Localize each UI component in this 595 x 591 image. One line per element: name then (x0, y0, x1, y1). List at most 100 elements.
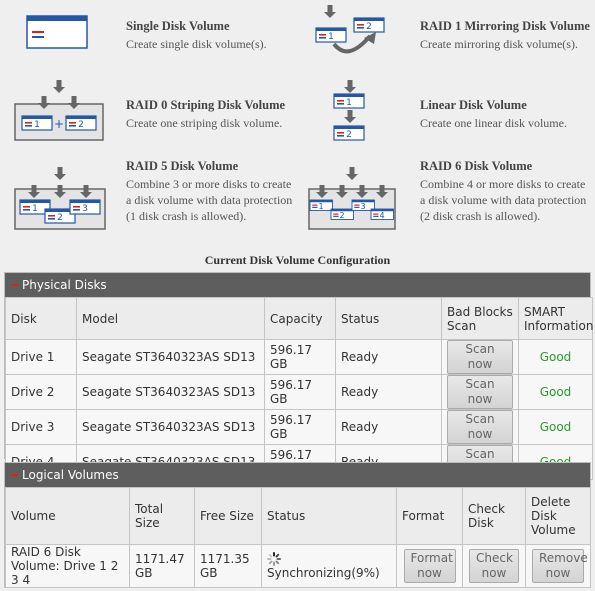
disk-name: Drive 3 (5, 409, 77, 445)
remove-now-button[interactable]: Remove now (532, 549, 588, 583)
svg-text:1: 1 (34, 120, 40, 130)
option-desc: Create mirroring disk volume(s). (420, 37, 578, 51)
physical-disks-title: Physical Disks (22, 278, 107, 292)
col-total-size: Total Size (129, 487, 195, 545)
volume-status: Synchronizing(9%) (267, 566, 380, 581)
svg-text:3: 3 (360, 202, 365, 211)
table-header-row: Volume Total Size Free Size Status Forma… (5, 487, 591, 545)
svg-text:2: 2 (78, 120, 84, 130)
collapse-dash-icon[interactable] (11, 474, 18, 476)
raid5-icon: 1 2 3 (14, 167, 106, 230)
logical-volumes-title: Logical Volumes (22, 468, 119, 482)
svg-text:2: 2 (57, 213, 63, 223)
volume-name: RAID 6 Disk Volume: Drive 1 2 3 4 (5, 544, 130, 588)
raid6-icon: 1 2 3 4 (308, 167, 396, 230)
col-smart: SMART Information (518, 297, 593, 340)
option-title: RAID 5 Disk Volume (126, 159, 239, 173)
svg-text:1: 1 (318, 202, 323, 211)
svg-text:1: 1 (32, 204, 38, 214)
disk-model: Seagate ST3640323AS SD13 (76, 339, 265, 375)
format-cell: Format now (396, 544, 463, 588)
scan-cell: Scan now (441, 409, 519, 445)
col-status: Status (261, 487, 397, 545)
raid0-striping-icon: 1 + 2 (14, 80, 104, 141)
single-disk-icon (26, 15, 88, 49)
disk-model: Seagate ST3640323AS SD13 (76, 374, 265, 410)
svg-text:+: + (54, 117, 64, 131)
option-desc: Create single disk volume(s). (126, 37, 267, 51)
option-single-disk[interactable]: Single Disk Volume Create single disk vo… (0, 0, 290, 65)
col-format: Format (396, 487, 463, 545)
svg-text:2: 2 (339, 211, 344, 220)
option-title: RAID 6 Disk Volume (420, 159, 533, 173)
option-desc: Create one linear disk volume. (420, 116, 567, 130)
smart-status[interactable]: Good (518, 374, 593, 410)
col-volume: Volume (5, 487, 130, 545)
col-free-size: Free Size (194, 487, 262, 545)
volume-status-cell: Synchronizing(9%) (261, 544, 397, 588)
table-row: RAID 6 Disk Volume: Drive 1 2 3 4 1171.4… (5, 544, 591, 588)
disk-capacity: 596.17 GB (264, 409, 336, 445)
raid1-mirror-icon: 1 2 (315, 5, 385, 54)
logical-volumes-table: Volume Total Size Free Size Status Forma… (5, 487, 591, 588)
smart-status[interactable]: Good (518, 409, 593, 445)
option-desc: Combine 3 or more disks to create a disk… (126, 177, 293, 223)
physical-disks-panel: Physical Disks Disk Model Capacity Statu… (4, 272, 593, 480)
option-raid6[interactable]: 1 2 3 4 RAID 6 Disk Volume Combine 4 or … (296, 155, 595, 243)
option-raid0[interactable]: 1 + 2 RAID 0 Striping Disk Volume Create… (0, 76, 290, 146)
check-cell: Check now (462, 544, 526, 588)
volume-total-size: 1171.47 GB (129, 544, 195, 588)
linear-disk-icon: 1 2 (333, 80, 365, 141)
logical-volumes-header: Logical Volumes (5, 463, 590, 487)
disk-name: Drive 2 (5, 374, 77, 410)
table-row: Drive 1 Seagate ST3640323AS SD13 596.17 … (5, 339, 593, 375)
collapse-dash-icon[interactable] (11, 284, 18, 286)
disk-capacity: 596.17 GB (264, 339, 336, 375)
disk-status: Ready (335, 339, 442, 375)
svg-text:4: 4 (379, 211, 384, 220)
option-title: RAID 1 Mirroring Disk Volume (420, 19, 590, 33)
disk-model: Seagate ST3640323AS SD13 (76, 409, 265, 445)
col-model: Model (76, 297, 265, 340)
table-row: Drive 2 Seagate ST3640323AS SD13 596.17 … (5, 374, 593, 410)
svg-text:2: 2 (346, 130, 352, 140)
option-desc: Combine 4 or more disks to create a disk… (420, 177, 587, 223)
col-check-disk: Check Disk (462, 487, 526, 545)
volume-free-size: 1171.35 GB (194, 544, 262, 588)
physical-disks-table: Disk Model Capacity Status Bad Blocks Sc… (5, 297, 593, 480)
disk-name: Drive 1 (5, 339, 77, 375)
check-now-button[interactable]: Check now (469, 549, 519, 583)
loading-spinner-icon (267, 552, 281, 567)
option-raid5[interactable]: 1 2 3 RAID 5 Disk Volume Combine 3 or mo… (0, 155, 292, 243)
col-delete-volume: Delete Disk Volume (525, 487, 591, 545)
disk-status: Ready (335, 409, 442, 445)
scan-now-button[interactable]: Scan now (447, 340, 513, 374)
svg-text:1: 1 (328, 32, 334, 42)
svg-text:2: 2 (366, 22, 372, 32)
svg-text:1: 1 (346, 98, 352, 108)
logical-volumes-panel: Logical Volumes Volume Total Size Free S… (4, 462, 591, 588)
option-title: Single Disk Volume (126, 19, 230, 33)
scan-now-button[interactable]: Scan now (447, 410, 513, 444)
config-title: Current Disk Volume Configuration (204, 253, 391, 267)
physical-disks-header: Physical Disks (5, 273, 590, 297)
table-row: Drive 3 Seagate ST3640323AS SD13 596.17 … (5, 409, 593, 445)
option-linear[interactable]: 1 2 Linear Disk Volume Create one linear… (296, 76, 595, 146)
col-disk: Disk (5, 297, 77, 340)
smart-status[interactable]: Good (518, 339, 593, 375)
option-title: RAID 0 Striping Disk Volume (126, 98, 286, 112)
scan-cell: Scan now (441, 339, 519, 375)
format-now-button[interactable]: Format now (403, 549, 456, 583)
disk-status: Ready (335, 374, 442, 410)
col-status: Status (335, 297, 442, 340)
remove-cell: Remove now (525, 544, 591, 588)
option-desc: Create one striping disk volume. (126, 116, 283, 130)
scan-cell: Scan now (441, 374, 519, 410)
option-title: Linear Disk Volume (420, 98, 527, 112)
table-header-row: Disk Model Capacity Status Bad Blocks Sc… (5, 297, 593, 340)
disk-capacity: 596.17 GB (264, 374, 336, 410)
option-raid1[interactable]: 1 2 RAID 1 Mirroring Disk Volume Create … (296, 0, 595, 65)
scan-now-button[interactable]: Scan now (447, 375, 513, 409)
col-capacity: Capacity (264, 297, 336, 340)
svg-text:3: 3 (82, 204, 88, 214)
